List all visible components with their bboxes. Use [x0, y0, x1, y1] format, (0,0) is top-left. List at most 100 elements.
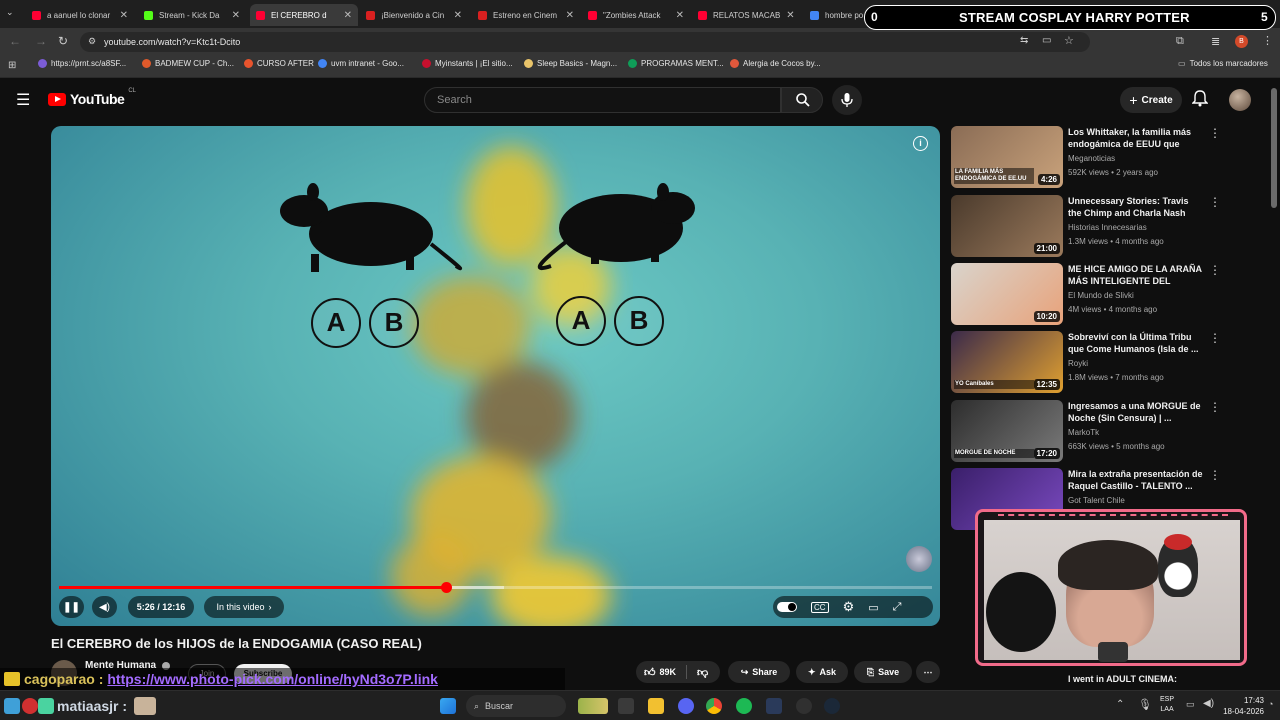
voice-search-button[interactable]: [832, 85, 862, 115]
more-options-icon[interactable]: ⋮: [1209, 400, 1221, 414]
clock[interactable]: 17:43 18-04-2026: [1220, 695, 1264, 717]
browser-tab[interactable]: ¡Bienvenido a Cin ✕: [360, 4, 468, 26]
partial-recommendation-title[interactable]: I went in ADULT CINEMA:: [1068, 674, 1177, 684]
bookmark-item[interactable]: Myinstants | ¡El sitio...: [422, 59, 513, 68]
bookmark-item[interactable]: uvm intranet - Goo...: [318, 59, 404, 68]
bookmark-item[interactable]: CURSO AFTER: [244, 59, 314, 68]
browser-tab[interactable]: Estreno en Cinem ✕: [472, 4, 580, 26]
browser-tab[interactable]: RELATOS MACAB ✕: [692, 4, 800, 26]
more-options-icon[interactable]: ⋮: [1209, 195, 1221, 209]
browser-menu-icon[interactable]: ⋮: [1262, 34, 1273, 47]
chat-link[interactable]: https://www.photo-pick.com/online/hyNd3o…: [107, 671, 438, 687]
reading-list-icon[interactable]: ≣: [1211, 35, 1220, 48]
recommended-video[interactable]: MORGUE DE NOCHE 17:20 Ingresamos a una MOR…: [951, 400, 1231, 464]
video-thumbnail[interactable]: LA FAMILIA MÁS ENDOGÁMICA DE EE.UU 4:26: [951, 126, 1063, 188]
video-thumbnail[interactable]: MORGUE DE NOCHE 17:20: [951, 400, 1063, 462]
recommended-video[interactable]: 21:00 Unnecessary Stories: Travis the Chi…: [951, 195, 1231, 259]
video-thumbnail[interactable]: YO Caníbales 12:35: [951, 331, 1063, 393]
like-button[interactable]: 👍︎ 89K: [644, 666, 676, 679]
browser-tab[interactable]: "Zombies Attack ✕: [582, 4, 690, 26]
tab-close-icon[interactable]: ✕: [786, 10, 794, 21]
app-icon[interactable]: [796, 698, 812, 714]
reload-icon[interactable]: ↻: [58, 34, 68, 48]
more-actions-button[interactable]: ⋯: [916, 661, 940, 683]
recommended-title[interactable]: Los Whittaker, la familia más endogámica…: [1068, 126, 1203, 152]
recommended-channel[interactable]: MarkoTk: [1068, 428, 1099, 437]
more-options-icon[interactable]: ⋮: [1209, 126, 1221, 140]
thumbs-down-icon[interactable]: 👎︎: [697, 666, 708, 679]
cast-icon[interactable]: ▭: [1042, 35, 1051, 46]
save-button[interactable]: ⎘ Save: [854, 661, 912, 683]
recommended-channel[interactable]: Got Talent Chile: [1068, 496, 1125, 505]
user-avatar[interactable]: [1229, 89, 1251, 111]
language-indicator[interactable]: ESP LAA: [1160, 695, 1174, 715]
video-info-icon[interactable]: i: [913, 136, 928, 151]
back-icon[interactable]: ←: [9, 34, 21, 48]
translate-icon[interactable]: ⇆: [1020, 35, 1028, 46]
bookmark-star-icon[interactable]: ☆: [1064, 34, 1074, 47]
video-thumbnail[interactable]: 10:20: [951, 263, 1063, 325]
volume-tray-icon[interactable]: ◀): [1203, 698, 1214, 709]
task-view-icon[interactable]: [618, 698, 634, 714]
tab-close-icon[interactable]: ✕: [120, 10, 128, 21]
video-player[interactable]: ABAB i ❚❚ ◀) 5:26 / 12:16 In this video …: [51, 126, 940, 626]
settings-gear-icon[interactable]: ⚙: [843, 599, 855, 615]
record-icon[interactable]: [22, 698, 38, 714]
bookmark-item[interactable]: Alergia de Cocos by...: [730, 59, 821, 68]
obs-icon[interactable]: [766, 698, 782, 714]
captions-icon[interactable]: CC: [811, 601, 829, 613]
recommended-video[interactable]: YO Caníbales 12:35 Sobreviví con la Última…: [951, 331, 1231, 395]
browser-tab[interactable]: El CEREBRO d ✕: [250, 4, 358, 26]
search-input[interactable]: Search: [424, 87, 781, 113]
steam-icon[interactable]: [824, 698, 840, 714]
tab-close-icon[interactable]: ✕: [232, 10, 240, 21]
more-options-icon[interactable]: ⋮: [1209, 331, 1221, 345]
network-icon[interactable]: ▭: [1186, 699, 1195, 710]
channel-watermark[interactable]: [906, 546, 932, 572]
notifications-bell-icon[interactable]: [1191, 89, 1209, 107]
tab-close-icon[interactable]: ✕: [344, 10, 352, 21]
chapters-button[interactable]: In this video ›: [204, 596, 284, 618]
tab-search-icon[interactable]: ⌄: [6, 7, 20, 21]
recommended-title[interactable]: Unnecessary Stories: Travis the Chimp an…: [1068, 195, 1203, 219]
discord-icon[interactable]: [678, 698, 694, 714]
bookmark-item[interactable]: Sleep Basics - Magn...: [524, 59, 617, 68]
youtube-logo[interactable]: YouTube CL: [48, 88, 136, 107]
recommended-channel[interactable]: Royki: [1068, 359, 1088, 368]
recommended-title[interactable]: Mira la extraña presentación de Raquel C…: [1068, 468, 1203, 492]
bookmark-item[interactable]: BADMEW CUP - Ch...: [142, 59, 234, 68]
create-button[interactable]: + Create: [1120, 87, 1182, 113]
progress-scrubber[interactable]: [440, 582, 452, 593]
site-info-icon[interactable]: ⚙: [88, 36, 96, 47]
tab-close-icon[interactable]: ✕: [676, 10, 684, 21]
browser-tab[interactable]: Stream - Kick Da ✕: [138, 4, 246, 26]
search-button[interactable]: [781, 87, 823, 113]
recommended-title[interactable]: Ingresamos a una MORGUE de Noche (Sin Ce…: [1068, 400, 1203, 424]
theater-mode-icon[interactable]: ▭: [868, 601, 878, 614]
ask-button[interactable]: ✦ Ask: [796, 661, 848, 683]
recommended-channel[interactable]: El Mundo de Slivki: [1068, 291, 1134, 300]
video-thumbnail[interactable]: 21:00: [951, 195, 1063, 257]
more-options-icon[interactable]: ⋮: [1209, 263, 1221, 277]
autoplay-toggle[interactable]: [777, 602, 797, 612]
all-bookmarks-folder[interactable]: ▭ Todos los marcadores: [1178, 59, 1268, 68]
volume-button[interactable]: ◀): [92, 596, 117, 618]
guide-menu-icon[interactable]: ☰: [16, 90, 30, 110]
bookmark-item[interactable]: PROGRAMAS MENT...: [628, 59, 724, 68]
address-bar[interactable]: ⚙ youtube.com/watch?v=Ktc1t-Dcito ⇆ ▭ ☆: [80, 32, 1090, 52]
browser-tab[interactable]: a aanuel lo clonar ✕: [26, 4, 134, 26]
recommended-video[interactable]: 10:20 ME HICE AMIGO DE LA ARAÑA MÁS INTEL…: [951, 263, 1231, 327]
share-button[interactable]: ↪ Share: [728, 661, 790, 683]
notification-bell-tray-icon[interactable]: ◔: [1268, 699, 1273, 709]
game-app-icon[interactable]: [578, 698, 608, 714]
windows-start-icon[interactable]: [440, 698, 456, 714]
taskbar-search[interactable]: ⌕ Buscar: [466, 695, 566, 717]
tab-close-icon[interactable]: ✕: [454, 10, 462, 21]
tab-close-icon[interactable]: ✕: [566, 10, 574, 21]
fullscreen-icon[interactable]: ⤢: [893, 601, 902, 614]
apps-icon[interactable]: ⊞: [8, 60, 16, 71]
tray-mic-icon[interactable]: 🎙︎: [1138, 698, 1152, 711]
scrollbar[interactable]: [1271, 88, 1277, 208]
bookmark-item[interactable]: https://prnt.sc/a8SF...: [38, 59, 126, 68]
recommended-title[interactable]: Sobreviví con la Última Tribu que Come H…: [1068, 331, 1203, 355]
